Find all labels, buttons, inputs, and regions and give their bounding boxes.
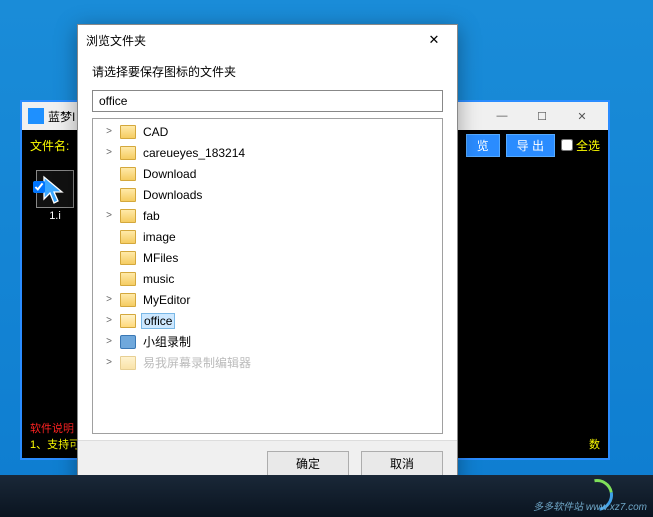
select-all-input[interactable]	[561, 139, 573, 151]
minimize-button[interactable]: —	[482, 105, 522, 127]
tree-item-label: office	[141, 313, 175, 329]
export-button[interactable]: 导 出	[506, 134, 555, 157]
tree-item-label: image	[141, 230, 178, 244]
filename-label: 文件名:	[30, 137, 69, 154]
tree-item-label: CAD	[141, 125, 170, 139]
tree-item-label: MyEditor	[141, 293, 192, 307]
expand-icon[interactable]: >	[103, 147, 115, 158]
tree-item-label: 易我屏幕录制编辑器	[141, 354, 253, 371]
tree-item[interactable]: > fab	[93, 205, 442, 226]
folder-icon	[120, 272, 136, 286]
tree-item[interactable]: Download	[93, 163, 442, 184]
folder-tree[interactable]: > CAD > careueyes_183214 Download Downloads > f…	[93, 119, 442, 433]
expand-icon[interactable]: >	[103, 294, 115, 305]
footer-right: 数	[589, 436, 600, 452]
tree-item[interactable]: Downloads	[93, 184, 442, 205]
desktop: 蓝梦I — ☐ ✕ 文件名: 览 导 出 全选 1.i	[0, 0, 653, 517]
close-icon[interactable]: ✕	[419, 25, 449, 55]
folder-icon	[120, 293, 136, 307]
monitor-icon	[120, 335, 136, 349]
thumb-label: 1.i	[32, 210, 78, 222]
tree-item[interactable]: music	[93, 268, 442, 289]
folder-name-input[interactable]	[92, 90, 443, 112]
tree-item-label: Downloads	[141, 188, 204, 202]
folder-icon	[120, 188, 136, 202]
browse-button[interactable]: 览	[466, 134, 500, 157]
ok-button[interactable]: 确定	[267, 451, 349, 476]
tree-item[interactable]: > office	[93, 310, 442, 331]
dialog-subtitle: 请选择要保存图标的文件夹	[78, 55, 457, 86]
tree-item-label: careueyes_183214	[141, 146, 247, 160]
tree-item[interactable]: > MyEditor	[93, 289, 442, 310]
tree-item-label: 小组录制	[141, 333, 193, 350]
expand-icon[interactable]: >	[103, 357, 115, 368]
folder-icon	[120, 125, 136, 139]
folder-tree-container: > CAD > careueyes_183214 Download Downloads > f…	[92, 118, 443, 434]
thumb-checkbox[interactable]	[33, 181, 45, 193]
watermark-text: 多多软件站 www.xz7.com	[533, 498, 647, 513]
app-icon	[28, 108, 44, 124]
taskbar[interactable]: 多多软件站 www.xz7.com	[0, 475, 653, 517]
cancel-button[interactable]: 取消	[361, 451, 443, 476]
tree-item[interactable]: MFiles	[93, 247, 442, 268]
expand-icon[interactable]: >	[103, 315, 115, 326]
tree-item[interactable]: > 小组录制	[93, 331, 442, 352]
folder-icon	[120, 146, 136, 160]
tree-item[interactable]: > CAD	[93, 121, 442, 142]
folder-icon	[120, 167, 136, 181]
folder-open-icon	[120, 314, 136, 328]
expand-icon[interactable]: >	[103, 336, 115, 347]
folder-icon	[120, 251, 136, 265]
expand-icon[interactable]: >	[103, 210, 115, 221]
tree-item-label: Download	[141, 167, 198, 181]
close-button[interactable]: ✕	[562, 105, 602, 127]
dialog-title: 浏览文件夹	[86, 32, 419, 49]
tree-item-label: fab	[141, 209, 162, 223]
tree-item-label: MFiles	[141, 251, 180, 265]
tree-item[interactable]: > 易我屏幕录制编辑器	[93, 352, 442, 373]
tree-item[interactable]: > careueyes_183214	[93, 142, 442, 163]
tree-item[interactable]: image	[93, 226, 442, 247]
tree-item-label: music	[141, 272, 176, 286]
icon-thumbnail[interactable]: 1.i	[32, 170, 78, 222]
dialog-titlebar[interactable]: 浏览文件夹 ✕	[78, 25, 457, 55]
folder-icon	[120, 230, 136, 244]
maximize-button[interactable]: ☐	[522, 105, 562, 127]
select-all-checkbox[interactable]: 全选	[561, 137, 600, 154]
folder-icon	[120, 356, 136, 370]
select-all-label: 全选	[576, 137, 600, 154]
browse-folder-dialog: 浏览文件夹 ✕ 请选择要保存图标的文件夹 > CAD > careueyes_1832…	[77, 24, 458, 491]
folder-icon	[120, 209, 136, 223]
expand-icon[interactable]: >	[103, 126, 115, 137]
